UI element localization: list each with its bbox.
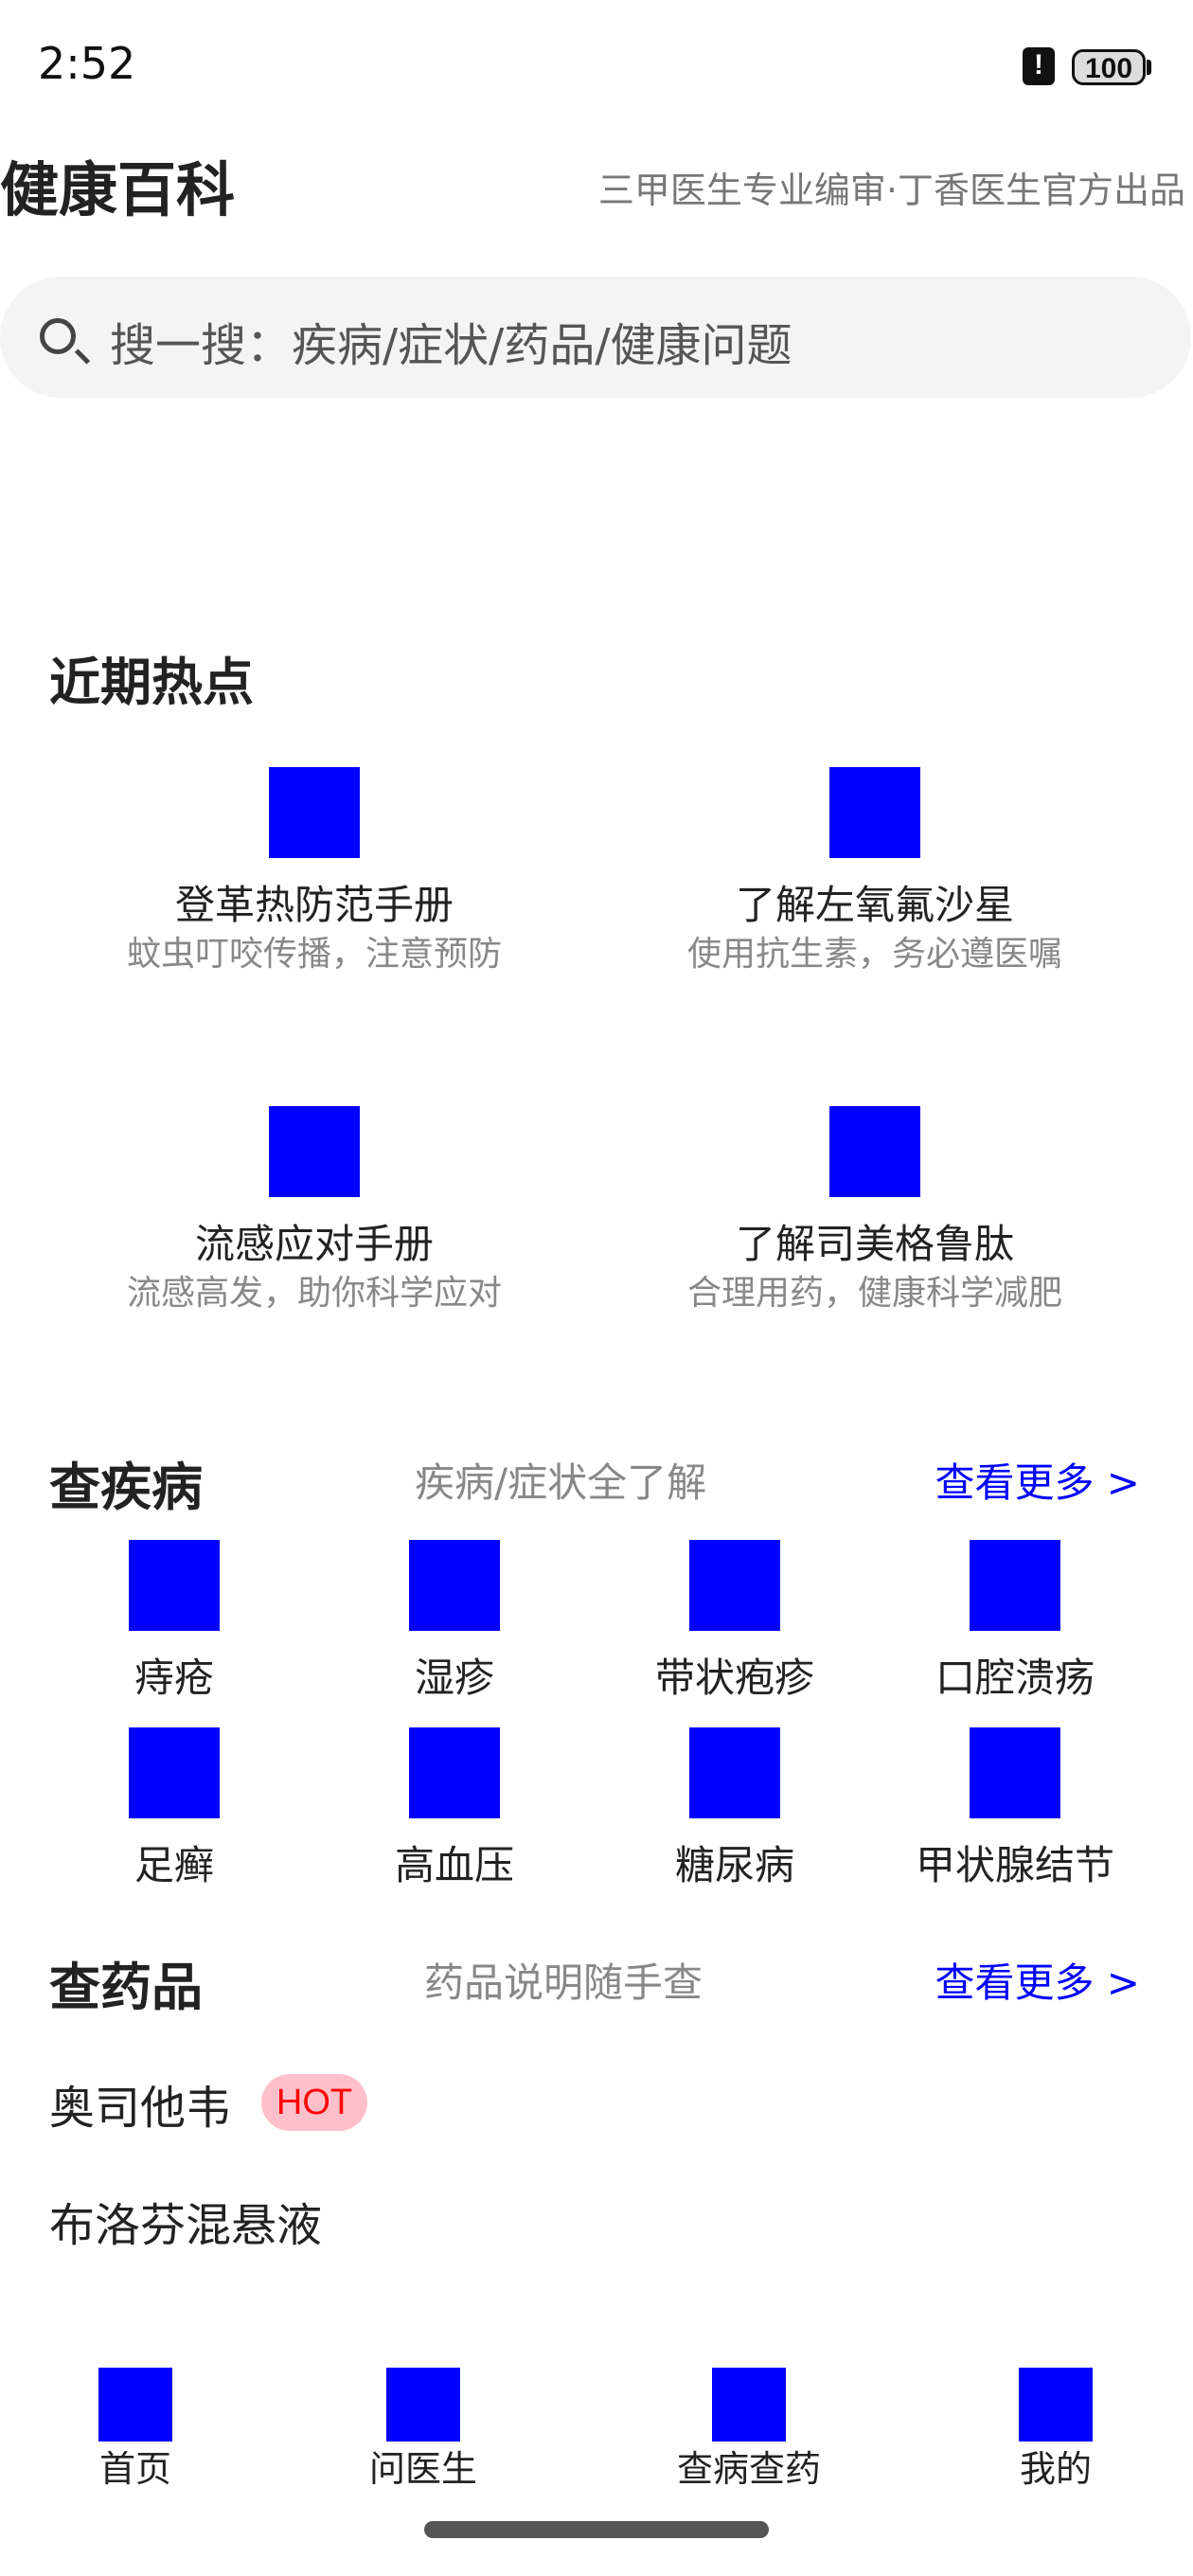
page-title: 健康百科 [0,155,236,224]
nav-label-mine: 我的 [1019,2448,1093,2490]
disease-image [970,1540,1060,1631]
home-indicator[interactable] [424,2521,769,2538]
disease-image [129,1540,220,1631]
disease-label: 糖尿病 [674,1842,795,1888]
hot-topic-subtitle: 使用抗生素，务必遵医嘱 [686,935,1063,974]
diseases-more-link[interactable]: 查看更多 > [935,1451,1140,1509]
nav-label-search-disease-drug: 查病查药 [676,2448,822,2490]
alert-glyph: ! [1034,49,1043,80]
disease-label: 带状疱疹 [654,1655,815,1701]
disease-label: 口腔溃疡 [935,1655,1095,1701]
hot-topic-image [829,1106,920,1197]
disease-image [689,1540,780,1631]
drug-item[interactable]: 奥司他韦 [49,2070,231,2137]
drug-item[interactable]: 布洛芬混悬液 [49,2188,322,2254]
disease-label: 高血压 [394,1842,515,1888]
hot-badge: HOT [261,2074,367,2131]
mine-icon [1019,2368,1093,2442]
drugs-subtitle: 药品说明随手查 [424,1959,703,2006]
disease-label: 湿疹 [414,1655,495,1701]
hot-topics-title: 近期热点 [49,653,254,712]
hot-topic-subtitle: 流感高发，助你科学应对 [126,1274,503,1313]
search-icon [40,318,76,354]
drugs-title: 查药品 [49,1958,203,2017]
status-time: 2:52 [38,38,136,89]
battery-tip [1147,60,1151,75]
page-subtitle: 三甲医生专业编审·丁香医生官方出品 [597,170,1185,211]
hot-topic-image [829,767,920,858]
drugs-more-link[interactable]: 查看更多 > [935,1951,1140,2009]
battery-icon: 100 [1072,49,1146,85]
disease-image [409,1540,500,1631]
search-disease-drug-icon [712,2368,786,2442]
disease-label: 足癣 [134,1842,215,1888]
hot-topic-subtitle: 合理用药，健康科学减肥 [686,1274,1063,1313]
alert-icon: ! [1023,47,1055,85]
diseases-subtitle: 疾病/症状全了解 [415,1459,707,1506]
disease-image [129,1727,220,1818]
disease-image [409,1727,500,1818]
nav-label-ask-doctor: 问医生 [368,2448,478,2490]
hot-topic-title: 了解司美格鲁肽 [735,1221,1015,1267]
battery-level: 100 [1084,53,1133,84]
hot-topic-title: 流感应对手册 [194,1221,435,1267]
ask-doctor-icon [386,2368,460,2442]
hot-topic-title: 登革热防范手册 [174,882,454,928]
home-icon [98,2368,172,2442]
disease-image [970,1727,1060,1818]
nav-label-home: 首页 [98,2448,172,2490]
hot-topic-subtitle: 蚊虫叮咬传播，注意预防 [126,935,503,974]
search-placeholder: 搜一搜：疾病/症状/药品/健康问题 [110,319,792,372]
hot-topic-title: 了解左氧氟沙星 [735,882,1015,928]
hot-topic-image [269,767,360,858]
disease-image [689,1727,780,1818]
diseases-title: 查疾病 [49,1458,203,1517]
hot-topic-image [269,1106,360,1197]
disease-label: 甲状腺结节 [915,1842,1115,1888]
disease-label: 痔疮 [134,1655,215,1701]
